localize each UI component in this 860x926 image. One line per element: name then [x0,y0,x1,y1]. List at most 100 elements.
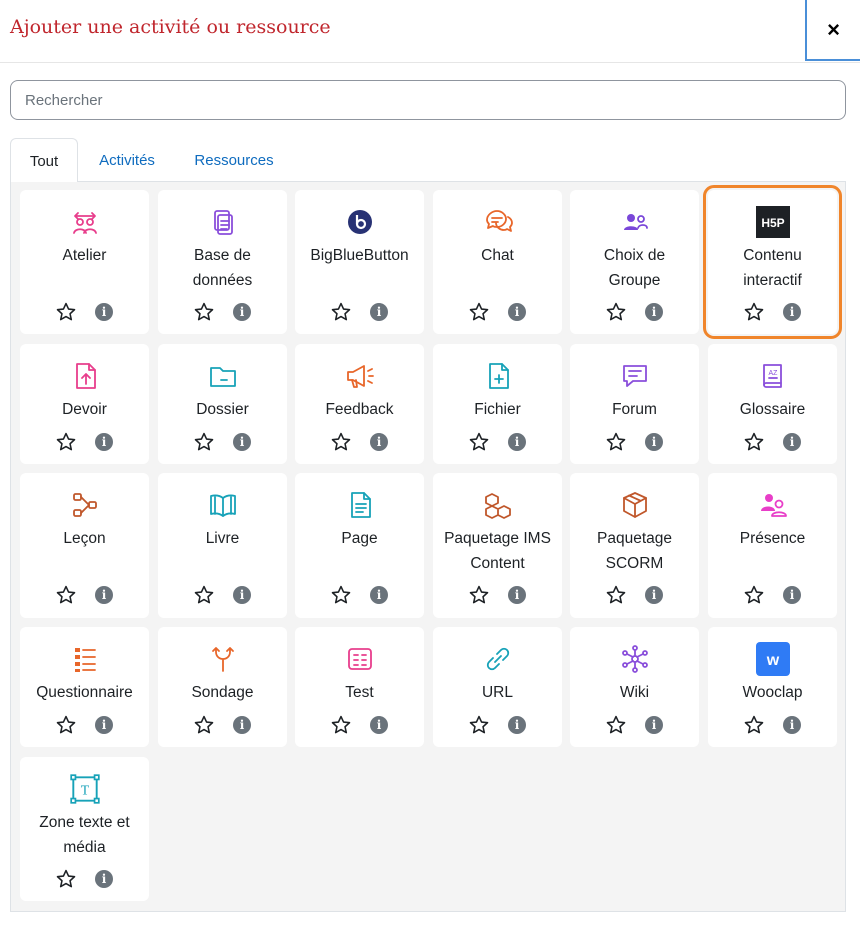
activity-card[interactable]: BigBlueButton i [295,190,424,334]
activity-card[interactable]: Fichier i [433,344,562,464]
star-icon[interactable] [55,584,77,606]
info-icon[interactable]: i [508,303,526,321]
info-icon[interactable]: i [233,586,251,604]
star-icon[interactable] [330,301,352,323]
tab-activities[interactable]: Activités [86,138,168,183]
info-icon[interactable]: i [95,586,113,604]
star-icon[interactable] [605,301,627,323]
svg-text:T: T [80,782,89,797]
forum-icon [617,358,653,394]
activity-card[interactable]: Dossier i [158,344,287,464]
activity-card[interactable]: H5P Contenu interactif i [703,185,842,339]
activity-card[interactable]: T Zone texte et média i [20,757,149,901]
star-icon[interactable] [330,584,352,606]
info-icon[interactable]: i [783,586,801,604]
ims-package-icon [480,487,516,523]
activity-card[interactable]: w Wooclap i [708,627,837,747]
info-icon[interactable]: i [783,716,801,734]
activity-card[interactable]: Test i [295,627,424,747]
activity-card[interactable]: Devoir i [20,344,149,464]
wiki-icon [617,641,653,677]
star-icon[interactable] [743,431,765,453]
info-icon[interactable]: i [508,716,526,734]
star-icon[interactable] [193,301,215,323]
activity-card[interactable]: Livre i [158,473,287,618]
info-icon[interactable]: i [95,433,113,451]
activity-name: Paquetage IMS Content [444,530,551,572]
info-icon[interactable]: i [508,433,526,451]
info-icon[interactable]: i [645,586,663,604]
activity-card[interactable]: Atelier i [20,190,149,334]
info-icon[interactable]: i [783,433,801,451]
svg-text:AZ: AZ [768,370,778,377]
star-icon[interactable] [330,714,352,736]
info-icon[interactable]: i [233,716,251,734]
activity-card[interactable]: Paquetage SCORM i [570,473,699,618]
close-button[interactable]: × [805,0,860,61]
activity-card[interactable]: Chat i [433,190,562,334]
feedback-icon [342,358,378,394]
info-icon[interactable]: i [95,716,113,734]
search-input[interactable] [10,80,846,120]
star-icon[interactable] [743,301,765,323]
star-icon[interactable] [605,431,627,453]
svg-text:H5P: H5P [761,216,784,230]
star-icon[interactable] [468,431,490,453]
star-icon[interactable] [193,714,215,736]
info-icon[interactable]: i [645,716,663,734]
star-icon[interactable] [468,301,490,323]
star-icon[interactable] [193,431,215,453]
activity-card[interactable]: Page i [295,473,424,618]
info-icon[interactable]: i [370,303,388,321]
star-icon[interactable] [55,868,77,890]
info-icon[interactable]: i [645,303,663,321]
star-icon[interactable] [605,714,627,736]
star-icon[interactable] [468,584,490,606]
star-icon[interactable] [55,714,77,736]
activity-card[interactable]: Base de données i [158,190,287,334]
star-icon[interactable] [330,431,352,453]
page-icon [342,487,378,523]
star-icon[interactable] [743,584,765,606]
star-icon[interactable] [55,301,77,323]
info-icon[interactable]: i [370,716,388,734]
activity-card[interactable]: Feedback i [295,344,424,464]
activity-card[interactable]: Questionnaire i [20,627,149,747]
activity-name: Dossier [196,401,249,418]
attendance-icon [755,487,791,523]
activity-card[interactable]: Leçon i [20,473,149,618]
dialog-title: Ajouter une activité ou ressource [10,16,331,38]
info-icon[interactable]: i [645,433,663,451]
activity-name: Feedback [325,401,394,418]
star-icon[interactable] [468,714,490,736]
activity-card[interactable]: AZ Glossaire i [708,344,837,464]
activity-card[interactable]: Sondage i [158,627,287,747]
activity-card[interactable]: Wiki i [570,627,699,747]
info-icon[interactable]: i [95,870,113,888]
activity-card[interactable]: Présence i [708,473,837,618]
assignment-icon [67,358,103,394]
quiz-icon [342,641,378,677]
activity-card[interactable]: Choix de Groupe i [570,190,699,334]
activity-card[interactable]: Forum i [570,344,699,464]
h5p-icon: H5P [755,204,791,240]
star-icon[interactable] [743,714,765,736]
info-icon[interactable]: i [370,586,388,604]
info-icon[interactable]: i [233,303,251,321]
info-icon[interactable]: i [95,303,113,321]
activity-name: Test [345,684,374,701]
star-icon[interactable] [605,584,627,606]
info-icon[interactable]: i [783,303,801,321]
activity-card[interactable]: URL i [433,627,562,747]
activity-name: Devoir [62,401,107,418]
book-icon [205,487,241,523]
activity-card[interactable]: Paquetage IMS Content i [433,473,562,618]
tab-all[interactable]: Tout [10,138,78,183]
info-icon[interactable]: i [233,433,251,451]
info-icon[interactable]: i [508,586,526,604]
star-icon[interactable] [55,431,77,453]
tab-resources[interactable]: Ressources [182,138,286,183]
star-icon[interactable] [193,584,215,606]
info-icon[interactable]: i [370,433,388,451]
dialog-header: Ajouter une activité ou ressource × [0,0,860,63]
